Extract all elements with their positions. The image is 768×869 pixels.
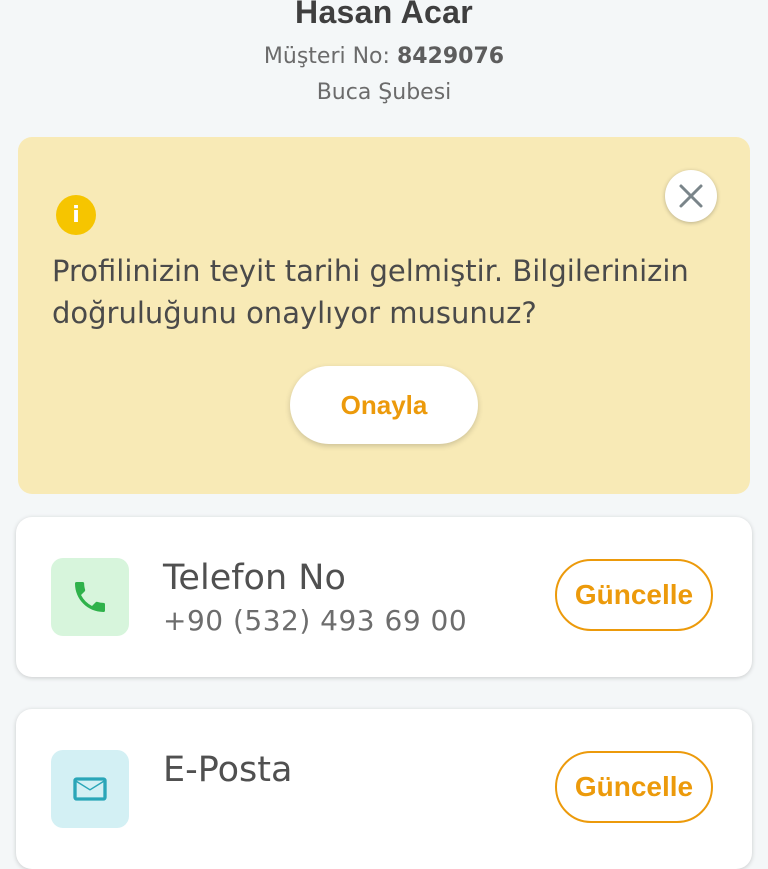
customer-number: 8429076: [396, 44, 505, 69]
info-icon: i: [56, 195, 96, 235]
confirm-button[interactable]: Onayla: [290, 366, 478, 444]
update-email-button[interactable]: Güncelle: [555, 751, 713, 823]
verification-alert-card: i Profilinizin teyit tarihi gelmiştir. B…: [18, 137, 750, 494]
customer-number-label: Müşteri No:: [263, 44, 390, 69]
email-label: E-Posta: [163, 750, 293, 790]
update-phone-button[interactable]: Güncelle: [555, 559, 713, 631]
profile-header: Hasan Acar Müşteri No: 8429076 Buca Şube…: [0, 0, 768, 108]
mail-icon-tile: [51, 750, 129, 828]
phone-icon: [75, 582, 105, 612]
phone-icon-tile: [51, 558, 129, 636]
alert-message: Profilinizin teyit tarihi gelmiştir. Bil…: [52, 254, 689, 330]
phone-label: Telefon No: [163, 558, 346, 598]
close-button[interactable]: [665, 170, 717, 222]
customer-name: Hasan Acar: [295, 0, 473, 30]
mail-icon: [73, 777, 107, 801]
phone-card: Telefon No +90 (532) 493 69 00 Güncelle: [16, 517, 752, 677]
phone-value: +90 (532) 493 69 00: [163, 604, 468, 637]
customer-number-line: Müşteri No: 8429076: [0, 42, 768, 72]
close-icon: [679, 184, 703, 208]
branch-name: Buca Şubesi: [316, 80, 452, 105]
email-card: E-Posta Güncelle: [16, 709, 752, 869]
